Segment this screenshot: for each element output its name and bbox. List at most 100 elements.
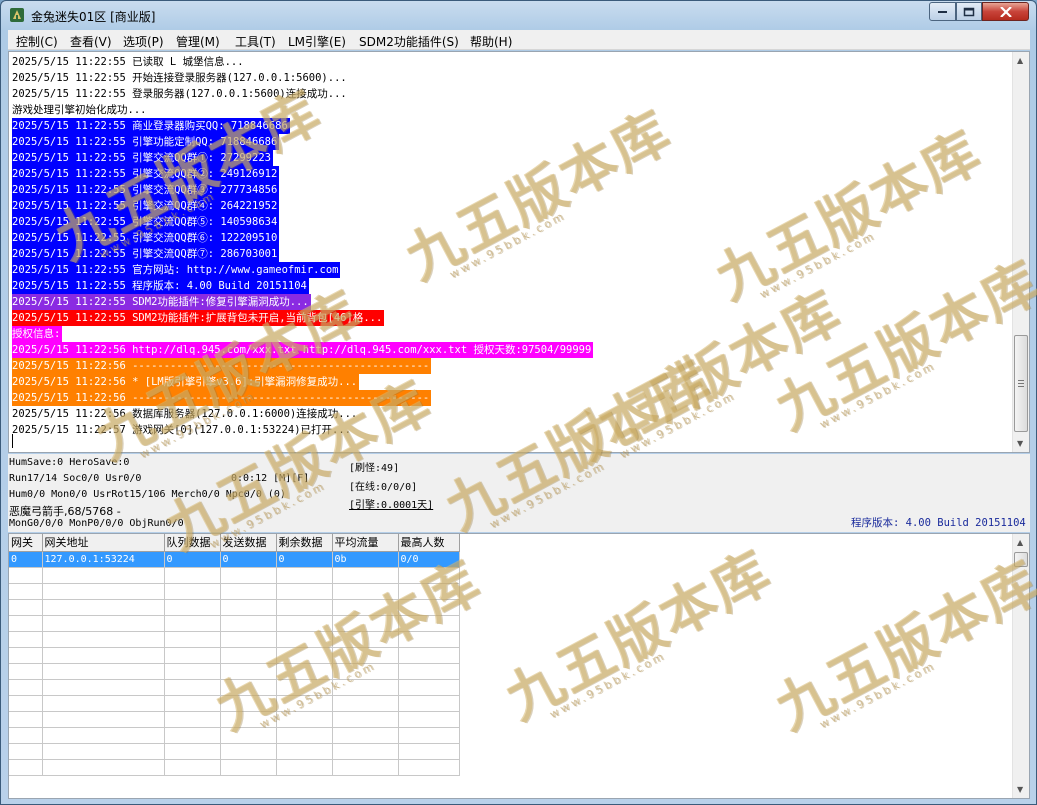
table-row[interactable]	[9, 615, 460, 632]
table-cell	[276, 711, 333, 728]
table-cell	[220, 599, 277, 616]
table-cell	[9, 727, 43, 744]
table-cell	[9, 759, 43, 776]
maximize-button[interactable]	[956, 2, 982, 21]
log-line: 2025/5/15 11:22:56 数据库服务器(127.0.0.1:6000…	[12, 408, 358, 420]
menu-sdm2-plugin[interactable]: SDM2功能插件(S)	[359, 33, 459, 50]
app-window: 金兔迷失01区 [商业版] 控制(C) 查看(V) 选项(P) 管理(M) 工具…	[0, 0, 1037, 805]
table-cell	[164, 727, 221, 744]
menu-options[interactable]: 选项(P)	[123, 33, 164, 50]
log-line: 2025/5/15 11:22:55 SDM2功能插件:扩展背包未开启,当前背包…	[12, 310, 385, 326]
table-row[interactable]	[9, 663, 460, 680]
minimize-button[interactable]	[929, 2, 956, 21]
table-cell	[332, 759, 399, 776]
table-row[interactable]	[9, 743, 460, 760]
log-line: 2025/5/15 11:22:55 引擎交流QQ群⑦: 286703001	[12, 246, 280, 262]
table-cell	[9, 583, 43, 600]
table-row[interactable]	[9, 583, 460, 600]
table-cell	[9, 743, 43, 760]
table-row[interactable]	[9, 631, 460, 648]
table-cell	[42, 631, 165, 648]
log-line: 2025/5/15 11:22:55 已读取 L 城堡信息...	[12, 56, 244, 68]
table-cell	[9, 599, 43, 616]
table-row[interactable]	[9, 567, 460, 584]
status-monster: 恶魔弓箭手,68/5768 -	[9, 505, 121, 518]
scroll-up-arrow-icon[interactable]: ▲	[1017, 56, 1023, 65]
column-header[interactable]: 发送数据	[220, 534, 277, 552]
table-cell	[220, 663, 277, 680]
table-row[interactable]	[9, 647, 460, 664]
table-cell	[332, 567, 399, 584]
table-cell	[9, 663, 43, 680]
log-line: 2025/5/15 11:22:56 * [LM版引擎引擎v3.6]:引擎漏洞修…	[12, 374, 360, 390]
grid-scrollbar[interactable]: ▲ ▼	[1012, 534, 1029, 798]
table-row[interactable]	[9, 679, 460, 696]
log-line: 2025/5/15 11:22:55 引擎交流QQ群②: 249126912	[12, 166, 280, 182]
log-line: 2025/5/15 11:22:55 引擎交流QQ群⑥: 122209510	[12, 230, 280, 246]
log-line: 2025/5/15 11:22:56 ---------------------…	[12, 390, 432, 406]
table-cell	[42, 727, 165, 744]
table-cell	[164, 647, 221, 664]
menu-view[interactable]: 查看(V)	[70, 33, 112, 50]
log-scroll-thumb[interactable]	[1014, 335, 1028, 432]
grid-scroll-down-arrow-icon[interactable]: ▼	[1017, 785, 1023, 794]
table-cell: 0	[164, 551, 221, 568]
gateway-grid[interactable]: 网关 网关地址 队列数据 发送数据 剩余数据 平均流量 最高人数 0 127.0.0.1:53…	[8, 533, 1030, 799]
table-cell	[164, 567, 221, 584]
table-cell	[332, 743, 399, 760]
log-line: 授权信息:	[12, 326, 63, 342]
table-cell: 0b	[332, 551, 399, 568]
log-scrollbar[interactable]: ▲ ▼	[1012, 52, 1029, 452]
log-line: 2025/5/15 11:22:55 引擎功能定制QQ: 718846686	[12, 134, 280, 150]
table-cell: 0	[9, 551, 43, 568]
table-row[interactable]	[9, 727, 460, 744]
table-cell	[398, 743, 460, 760]
table-cell	[398, 647, 460, 664]
menu-lm-engine[interactable]: LM引擎(E)	[288, 33, 346, 50]
status-counts: Hum0/0 Mon0/0 UsrRot15/106 Merch0/0 Npc0…	[9, 489, 286, 500]
grid-scroll-thumb[interactable]	[1014, 552, 1028, 567]
menu-control[interactable]: 控制(C)	[16, 33, 58, 50]
log-panel[interactable]: 2025/5/15 11:22:55 已读取 L 城堡信息... 2025/5/1…	[8, 51, 1030, 453]
menu-manage[interactable]: 管理(M)	[176, 33, 220, 50]
table-cell	[276, 663, 333, 680]
column-header[interactable]: 队列数据	[164, 534, 221, 552]
table-cell: 127.0.0.1:53224	[42, 551, 165, 568]
log-line: 2025/5/15 11:22:55 引擎交流QQ群①: 27299223	[12, 150, 273, 166]
scroll-down-arrow-icon[interactable]: ▼	[1017, 439, 1023, 448]
column-header[interactable]: 最高人数	[398, 534, 460, 552]
table-cell	[42, 679, 165, 696]
table-row[interactable]	[9, 599, 460, 616]
table-cell	[220, 615, 277, 632]
table-row[interactable]	[9, 711, 460, 728]
table-cell	[276, 695, 333, 712]
table-cell	[276, 583, 333, 600]
table-cell	[398, 583, 460, 600]
table-cell	[332, 679, 399, 696]
table-row[interactable]: 0 127.0.0.1:53224 0 0 0 0b 0/0	[9, 551, 460, 568]
grid-scroll-up-arrow-icon[interactable]: ▲	[1017, 538, 1023, 547]
table-row[interactable]	[9, 695, 460, 712]
table-cell	[276, 647, 333, 664]
table-cell	[398, 759, 460, 776]
title-bar[interactable]: 金兔迷失01区 [商业版]	[1, 1, 1036, 29]
log-line: 2025/5/15 11:22:55 引擎交流QQ群⑤: 140598634	[12, 214, 280, 230]
log-line: 2025/5/15 11:22:56 http://dlq.945.com/xx…	[12, 342, 594, 358]
menu-help[interactable]: 帮助(H)	[470, 33, 512, 50]
table-cell	[332, 711, 399, 728]
table-cell	[164, 663, 221, 680]
column-header[interactable]: 网关	[9, 534, 43, 552]
table-cell	[276, 615, 333, 632]
engine-days-label[interactable]: [引擎:0.0001天]	[349, 496, 433, 511]
column-header[interactable]: 网关地址	[42, 534, 165, 552]
table-cell	[164, 759, 221, 776]
column-header[interactable]: 平均流量	[332, 534, 399, 552]
close-button[interactable]	[982, 2, 1029, 21]
menu-tools[interactable]: 工具(T)	[235, 33, 276, 50]
table-cell	[398, 679, 460, 696]
table-cell	[276, 759, 333, 776]
table-cell	[332, 727, 399, 744]
table-cell	[9, 711, 43, 728]
table-row[interactable]	[9, 759, 460, 776]
column-header[interactable]: 剩余数据	[276, 534, 333, 552]
